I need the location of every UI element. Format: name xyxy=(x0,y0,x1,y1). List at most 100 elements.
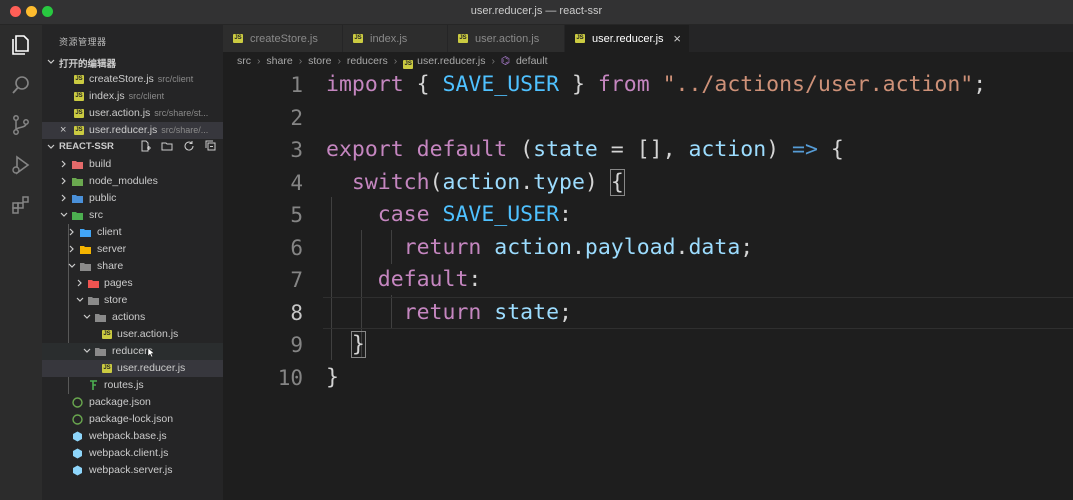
code-line: 3 export default (state = [], action) =>… xyxy=(290,137,844,162)
tree-folder-hover[interactable]: reducers xyxy=(42,343,223,360)
explorer-title: 资源管理器 xyxy=(59,37,107,47)
npm-file-icon xyxy=(72,414,83,425)
tab-user-action[interactable]: JS user.action.js xyxy=(448,25,565,52)
new-file-icon[interactable] xyxy=(139,140,152,152)
explorer-sidebar: 资源管理器 打开的编辑器 JS createStore.js src/client… xyxy=(42,25,223,500)
chevron-right-icon xyxy=(67,227,77,237)
chevron-down-icon xyxy=(46,57,56,67)
open-editor-item-active[interactable]: × JS user.reducer.js src/share/... xyxy=(42,122,223,139)
title-bar: user.reducer.js — react-ssr xyxy=(0,0,1073,25)
vscode-window: user.reducer.js — react-ssr 资源管理器 打开的编辑器… xyxy=(0,0,1073,500)
open-editor-item[interactable]: JS createStore.js src/client xyxy=(42,71,223,88)
chevron-right-icon xyxy=(59,159,69,169)
tree-file[interactable]: package-lock.json xyxy=(42,411,223,428)
explorer-files-icon[interactable] xyxy=(9,33,33,57)
folder-icon xyxy=(88,278,99,289)
tree-folder[interactable]: share xyxy=(42,258,223,275)
new-folder-icon[interactable] xyxy=(161,140,173,152)
open-editors-header[interactable]: 打开的编辑器 xyxy=(42,54,223,71)
breadcrumb-item[interactable]: share xyxy=(266,55,292,67)
chevron-right-icon xyxy=(59,176,69,186)
breadcrumb-item[interactable]: user.reducer.js xyxy=(417,55,485,67)
mouse-pointer-icon xyxy=(146,347,157,358)
webpack-file-icon xyxy=(72,448,83,459)
tree-file-active[interactable]: JS user.reducer.js xyxy=(42,360,223,377)
chevron-down-icon xyxy=(82,346,92,356)
code-line: 7 default: xyxy=(290,267,482,292)
chevron-down-icon xyxy=(59,210,69,220)
symbol-icon: ⌬ xyxy=(500,55,511,67)
open-editor-item[interactable]: JS index.js src/client xyxy=(42,88,223,105)
activity-bar xyxy=(0,25,42,500)
folder-icon xyxy=(72,176,83,187)
folder-open-icon xyxy=(88,295,99,306)
chevron-down-icon xyxy=(75,295,85,305)
js-file-icon: JS xyxy=(74,126,84,135)
breadcrumb: src › share › store › reducers › JS user.redu… xyxy=(237,55,548,69)
refresh-icon[interactable] xyxy=(183,140,195,152)
folder-open-icon xyxy=(95,312,106,323)
chevron-down-icon xyxy=(82,312,92,322)
tree-folder[interactable]: store xyxy=(42,292,223,309)
js-file-icon: JS xyxy=(74,109,84,118)
open-editor-item[interactable]: JS user.action.js src/share/st... xyxy=(42,105,223,122)
tree-file[interactable]: JS user.action.js xyxy=(42,326,223,343)
routes-file-icon xyxy=(88,380,99,391)
chevron-right-icon xyxy=(59,193,69,203)
tree-file[interactable]: package.json xyxy=(42,394,223,411)
tree-folder[interactable]: actions xyxy=(42,309,223,326)
js-file-icon: JS xyxy=(74,92,84,101)
chevron-down-icon xyxy=(46,142,56,152)
tab-user-reducer[interactable]: JS user.reducer.js × xyxy=(565,25,690,52)
js-file-icon: JS xyxy=(102,364,112,373)
folder-open-icon xyxy=(72,210,83,221)
code-line: 4 switch(action.type) { xyxy=(290,168,625,196)
tree-folder[interactable]: node_modules xyxy=(42,173,223,190)
source-control-icon[interactable] xyxy=(9,113,33,137)
tree-folder[interactable]: public xyxy=(42,190,223,207)
tab-index[interactable]: JS index.js xyxy=(343,25,448,52)
folder-icon xyxy=(72,193,83,204)
code-line: 6 return action.payload.data; xyxy=(290,234,754,260)
code-editor[interactable]: 1 import { SAVE_USER } from "../actions/… xyxy=(223,70,1073,500)
tree-folder[interactable]: client xyxy=(42,224,223,241)
js-file-icon: JS xyxy=(575,34,585,43)
js-file-icon: JS xyxy=(403,60,414,69)
code-line: 2 xyxy=(290,105,303,130)
webpack-file-icon xyxy=(72,465,83,476)
breadcrumb-item[interactable]: store xyxy=(308,55,331,67)
folder-open-icon xyxy=(95,346,106,357)
extensions-icon[interactable] xyxy=(9,193,33,217)
chevron-right-icon xyxy=(75,278,85,288)
code-line: 5 case SAVE_USER: xyxy=(290,202,572,227)
close-tab-icon[interactable]: × xyxy=(673,31,681,46)
breadcrumb-item[interactable]: src xyxy=(237,55,251,67)
close-icon[interactable]: × xyxy=(60,124,66,136)
code-line-current: 8 return state; xyxy=(290,299,572,325)
js-file-icon: JS xyxy=(458,34,468,43)
tree-folder[interactable]: server xyxy=(42,241,223,258)
webpack-file-icon xyxy=(72,431,83,442)
js-file-icon: JS xyxy=(102,330,112,339)
folder-icon xyxy=(72,159,83,170)
tree-file[interactable]: routes.js xyxy=(42,377,223,394)
run-debug-icon[interactable] xyxy=(9,153,33,177)
collapse-all-icon[interactable] xyxy=(205,140,217,152)
code-line: 10 } xyxy=(277,364,339,390)
breadcrumb-item[interactable]: reducers xyxy=(347,55,388,67)
js-file-icon: JS xyxy=(353,34,363,43)
tree-folder[interactable]: pages xyxy=(42,275,223,292)
code-line: 1 import { SAVE_USER } from "../actions/… xyxy=(290,72,987,97)
tree-folder[interactable]: build xyxy=(42,156,223,173)
breadcrumb-item[interactable]: default xyxy=(516,55,548,67)
search-icon[interactable] xyxy=(9,73,33,97)
project-header[interactable]: REACT-SSR xyxy=(42,139,223,156)
chevron-right-icon xyxy=(67,244,77,254)
tree-folder[interactable]: src xyxy=(42,207,223,224)
tree-file[interactable]: webpack.client.js xyxy=(42,445,223,462)
tab-createstore[interactable]: JS createStore.js xyxy=(223,25,343,52)
npm-file-icon xyxy=(72,397,83,408)
code-line: 9 } xyxy=(290,331,366,358)
tree-file[interactable]: webpack.server.js xyxy=(42,462,223,479)
tree-file[interactable]: webpack.base.js xyxy=(42,428,223,445)
